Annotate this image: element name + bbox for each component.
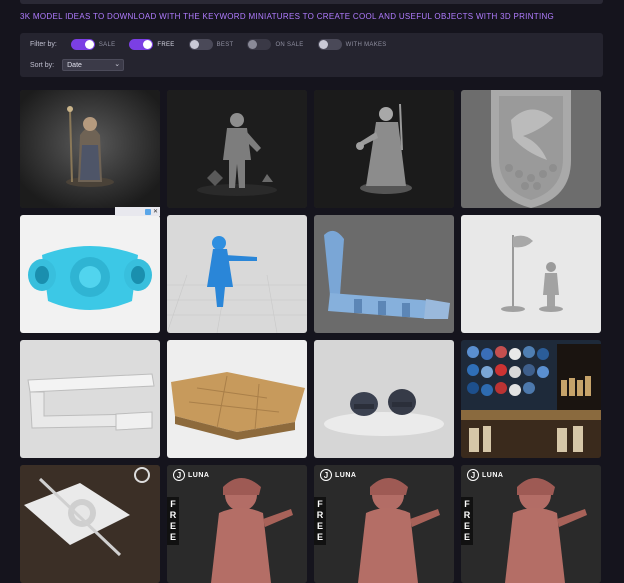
luna-logo: J LUNA [173, 469, 209, 481]
sort-label: Sort by: [30, 61, 55, 69]
luna-brand: LUNA [188, 471, 210, 479]
ad-badge[interactable]: ✕ [115, 207, 160, 216]
card-skeleton-mage[interactable] [314, 90, 454, 208]
toggle-best[interactable]: BEST [188, 39, 234, 50]
chevron-down-icon: ⌄ [114, 61, 121, 68]
toggle-label: WITH MAKES [345, 41, 387, 48]
zombie-figure-image [167, 90, 307, 208]
toggle-knob [248, 40, 258, 49]
card-robotic-arm[interactable] [314, 215, 454, 333]
toggle-label: SALE [98, 41, 116, 48]
free-badge: FREE [314, 497, 326, 545]
robotic-arm-image [314, 215, 454, 333]
wood-terrain-image [167, 340, 307, 458]
toggle-free[interactable]: FREE [129, 39, 174, 50]
toggle-knob [84, 40, 94, 49]
luna-logo: J LUNA [467, 469, 503, 481]
card-white-printer-part[interactable] [20, 465, 160, 583]
luna-logo-letter: J [173, 469, 185, 481]
luna-miniature-image [167, 465, 307, 583]
card-luna-miniature-2[interactable]: J LUNA FREE [314, 465, 454, 583]
toggle-knob [318, 40, 328, 49]
card-blue-mech-part[interactable] [20, 215, 160, 333]
white-printer-part-image [20, 465, 160, 583]
card-blue-archer[interactable] [167, 215, 307, 333]
flag-soldier-image [461, 215, 601, 333]
toggle-label: FREE [157, 41, 175, 48]
wizard-figure-image [20, 90, 160, 208]
luna-logo-letter: J [467, 469, 479, 481]
card-luna-miniature-1[interactable]: J LUNA FREE [167, 465, 307, 583]
model-grid: J LUNA FREE J LUNA FREE J LUNA F R E E [20, 90, 601, 583]
ad-info-icon[interactable] [144, 208, 151, 215]
card-dragon-shield[interactable] [461, 90, 601, 208]
toggle-sale[interactable]: SALE [70, 39, 116, 50]
card-wizard-figure[interactable] [20, 90, 160, 208]
toggle-on-sale[interactable]: ON SALE [247, 39, 303, 50]
paint-shelf-image [461, 340, 601, 458]
top-bar [20, 0, 603, 4]
card-wood-terrain[interactable] [167, 340, 307, 458]
toggle-label: BEST [216, 41, 234, 48]
close-icon[interactable]: ✕ [153, 209, 158, 215]
toggle-switch[interactable] [129, 39, 154, 50]
toggle-switch[interactable] [247, 39, 272, 50]
sort-value: Date [67, 61, 82, 69]
toggle-knob [189, 40, 199, 49]
luna-brand: LUNA [335, 471, 357, 479]
luna-logo-letter: J [320, 469, 332, 481]
card-zombie-figure[interactable] [167, 90, 307, 208]
free-badge: FREE [461, 497, 473, 545]
toggle-label: ON SALE [275, 41, 304, 48]
luna-miniature-image [461, 465, 601, 583]
toggle-switch[interactable] [70, 39, 95, 50]
toggle-switch[interactable] [317, 39, 342, 50]
luna-miniature-image [314, 465, 454, 583]
blue-mech-part-image [20, 215, 160, 333]
toggle-with-makes[interactable]: WITH MAKES [317, 39, 387, 50]
luna-logo: J LUNA [320, 469, 356, 481]
dragon-shield-image [461, 90, 601, 208]
card-luna-miniature-3[interactable]: J LUNA FREE [461, 465, 601, 583]
sort-row: Sort by: Date ⌄ [30, 59, 125, 71]
filter-panel: Filter by: SALE FREE BEST ON SALE WITH M… [20, 33, 603, 77]
grey-tray-image [20, 340, 160, 458]
card-grey-tray[interactable] [20, 340, 160, 458]
toggle-switch[interactable] [188, 39, 213, 50]
filter-row: Filter by: SALE FREE BEST ON SALE WITH M… [30, 39, 387, 50]
luna-brand: LUNA [482, 471, 504, 479]
skeleton-mage-image [314, 90, 454, 208]
filter-label: Filter by: [30, 41, 57, 48]
card-paint-shelf[interactable] [461, 340, 601, 458]
toggle-knob [143, 40, 153, 49]
blue-archer-image [167, 215, 307, 333]
card-flag-soldier[interactable] [461, 215, 601, 333]
card-helmet-pair[interactable] [314, 340, 454, 458]
sort-select[interactable]: Date ⌄ [62, 59, 125, 71]
helmet-pair-image [314, 340, 454, 458]
free-badge: FREE [167, 497, 179, 545]
page-headline: 3K MODEL IDEAS TO DOWNLOAD WITH THE KEYW… [20, 12, 555, 21]
